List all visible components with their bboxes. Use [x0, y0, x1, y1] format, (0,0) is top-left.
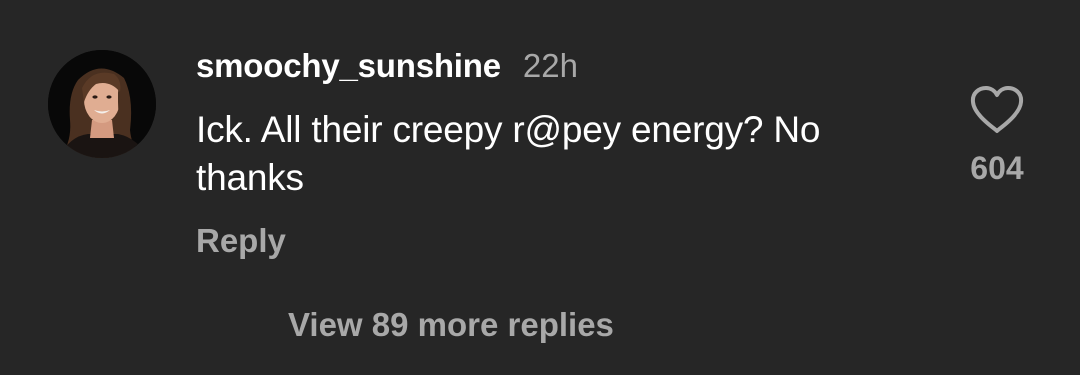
comment-timestamp: 22h	[522, 47, 578, 84]
heart-outline-icon	[970, 86, 1024, 133]
like-count: 604	[970, 150, 1024, 186]
like-button[interactable]	[968, 84, 1026, 136]
username[interactable]: smoochy_sunshine	[196, 47, 501, 85]
comment-header: smoochy_sunshine 22h	[196, 44, 578, 88]
view-more-replies-button[interactable]: View 89 more replies	[288, 306, 614, 344]
avatar[interactable]	[48, 50, 156, 158]
avatar-image	[48, 50, 156, 158]
reply-button[interactable]: Reply	[196, 222, 286, 260]
comment-item: smoochy_sunshine 22h Ick. All their cree…	[0, 0, 1080, 375]
comment-text: Ick. All their creepy r@pey energy? No t…	[196, 109, 821, 198]
